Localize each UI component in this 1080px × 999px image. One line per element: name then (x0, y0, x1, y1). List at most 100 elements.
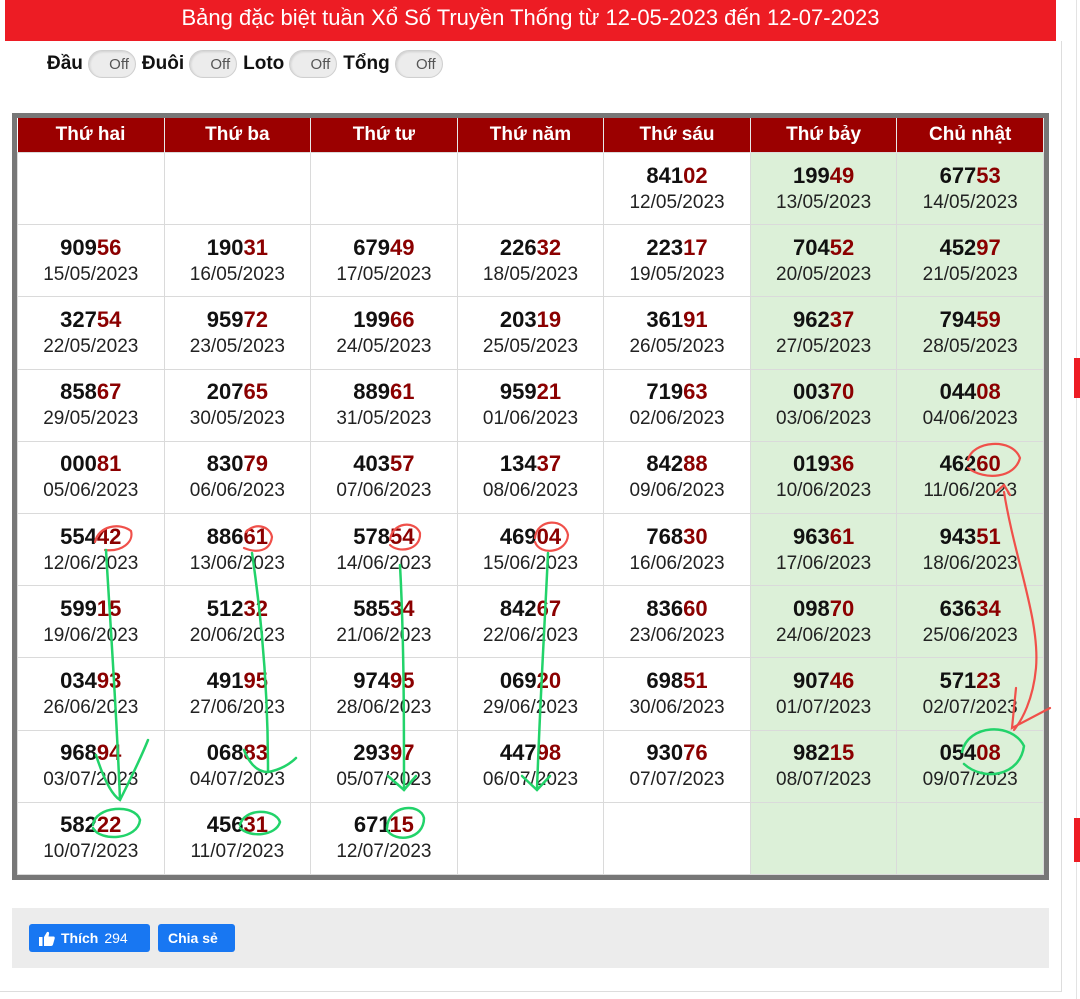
number-tail: 70 (829, 595, 855, 621)
result-cell: 85867 29/05/2023 (17, 368, 165, 442)
number-tail: 83 (243, 740, 268, 766)
number-tail: 76 (683, 740, 708, 766)
result-cell: 09870 24/06/2023 (749, 585, 898, 659)
special-number: 46260 (897, 450, 1043, 478)
draw-date: 17/05/2023 (336, 263, 432, 285)
number-head: 554 (60, 523, 97, 549)
special-number: 96894 (18, 739, 164, 767)
number-head: 968 (60, 740, 97, 766)
number-tail: 63 (683, 379, 708, 405)
column-header: Thứ năm (457, 118, 605, 153)
toggle-dau[interactable]: Off (87, 50, 136, 78)
table-row: 55442 12/06/2023 88661 13/06/2023 57854 14/06… (17, 512, 1044, 587)
number-head: 842 (499, 595, 537, 621)
number-head: 582 (60, 812, 97, 838)
result-cell: 49195 27/06/2023 (163, 657, 312, 731)
number-head: 226 (499, 234, 537, 260)
toggle-loto[interactable]: Off (289, 50, 338, 78)
number-head: 842 (646, 451, 684, 477)
number-tail: 60 (683, 595, 708, 621)
special-number: 20765 (165, 378, 311, 406)
number-head: 578 (353, 523, 391, 549)
number-head: 068 (206, 740, 244, 766)
number-tail: 15 (829, 740, 855, 766)
result-cell: 69851 30/06/2023 (603, 657, 751, 731)
number-tail: 31 (243, 812, 268, 838)
result-cell: 36191 26/05/2023 (603, 296, 751, 370)
number-head: 019 (792, 451, 830, 477)
special-number: 57854 (311, 523, 457, 551)
number-head: 403 (353, 451, 391, 477)
number-tail: 66 (390, 306, 415, 332)
number-head: 190 (206, 234, 244, 260)
draw-date: 16/06/2023 (629, 552, 725, 574)
number-head: 830 (206, 451, 244, 477)
number-tail: 81 (96, 451, 122, 477)
table-row: 84102 12/05/2023 19949 13/05/2023 67753 14/05… (17, 151, 1044, 226)
filter-toggles: Đầu Off Đuôi Off Loto Off Tổng Off (47, 50, 449, 78)
number-tail: 54 (96, 306, 122, 332)
table-row: 96894 03/07/2023 06883 04/07/2023 29397 05/07… (17, 729, 1044, 803)
number-head: 599 (60, 595, 97, 621)
special-number: 20319 (458, 306, 604, 334)
table-row: 03493 26/06/2023 49195 27/06/2023 97495 28/06… (17, 657, 1044, 731)
result-cell: 58534 21/06/2023 (310, 585, 458, 659)
number-head: 704 (792, 234, 830, 260)
number-head: 889 (353, 379, 391, 405)
like-button[interactable]: Thích 294 (29, 924, 150, 952)
toggle-label-dau: Đầu (47, 53, 83, 74)
draw-date: 09/07/2023 (922, 769, 1018, 791)
result-cell: 58222 10/07/2023 (17, 801, 165, 876)
result-cell: 45631 11/07/2023 (163, 801, 312, 876)
number-head: 469 (499, 523, 537, 549)
special-number: 71963 (604, 378, 750, 406)
draw-date: 29/06/2023 (482, 696, 579, 718)
result-cell: 22317 19/05/2023 (603, 224, 751, 298)
result-cell: 83079 06/06/2023 (163, 440, 312, 514)
draw-date: 30/06/2023 (629, 696, 725, 718)
result-cell (603, 801, 751, 876)
number-tail: 20 (536, 667, 562, 693)
special-number: 76830 (604, 523, 750, 551)
number-head: 836 (646, 595, 684, 621)
result-cell: 93076 07/07/2023 (603, 729, 751, 803)
results-table: Thứ hai Thứ ba Thứ tư Thứ năm Thứ sáu Thứ bảy… (17, 118, 1044, 876)
special-number: 95921 (458, 378, 604, 406)
number-head: 974 (353, 667, 391, 693)
like-label: Thích (61, 930, 99, 946)
draw-date: 10/07/2023 (43, 841, 139, 863)
draw-date: 11/06/2023 (923, 480, 1018, 502)
toggle-tong[interactable]: Off (394, 50, 443, 78)
share-button[interactable]: Chia sẻ (158, 924, 235, 952)
like-count: 294 (104, 930, 128, 946)
draw-date: 02/06/2023 (629, 408, 725, 430)
number-tail: 37 (829, 306, 855, 332)
draw-date: 18/06/2023 (922, 552, 1018, 574)
number-head: 491 (206, 667, 244, 693)
number-tail: 95 (243, 667, 268, 693)
number-tail: 79 (243, 451, 268, 477)
number-head: 456 (206, 812, 244, 838)
table-row: 59915 19/06/2023 51232 20/06/2023 58534 21/06… (17, 585, 1044, 659)
draw-date: 19/06/2023 (43, 624, 139, 646)
number-tail: 88 (683, 451, 708, 477)
result-cell: 79459 28/05/2023 (896, 296, 1044, 370)
result-cell: 84288 09/06/2023 (603, 440, 751, 514)
number-head: 571 (939, 667, 977, 693)
number-head: 447 (499, 740, 537, 766)
result-cell: 00081 05/06/2023 (17, 440, 165, 514)
special-number: 70452 (751, 234, 897, 262)
special-number: 84288 (604, 450, 750, 478)
special-number: 44798 (458, 739, 604, 767)
special-number: 06920 (458, 667, 604, 695)
draw-date: 17/06/2023 (776, 552, 872, 574)
toggle-duoi[interactable]: Off (189, 50, 238, 78)
number-tail: 36 (829, 451, 855, 477)
number-tail: 97 (390, 740, 415, 766)
special-number: 29397 (311, 739, 457, 767)
special-number: 84102 (604, 162, 750, 190)
draw-date: 18/05/2023 (482, 263, 579, 285)
number-tail: 61 (243, 523, 268, 549)
number-tail: 97 (976, 234, 1001, 260)
special-number: 97495 (311, 667, 457, 695)
